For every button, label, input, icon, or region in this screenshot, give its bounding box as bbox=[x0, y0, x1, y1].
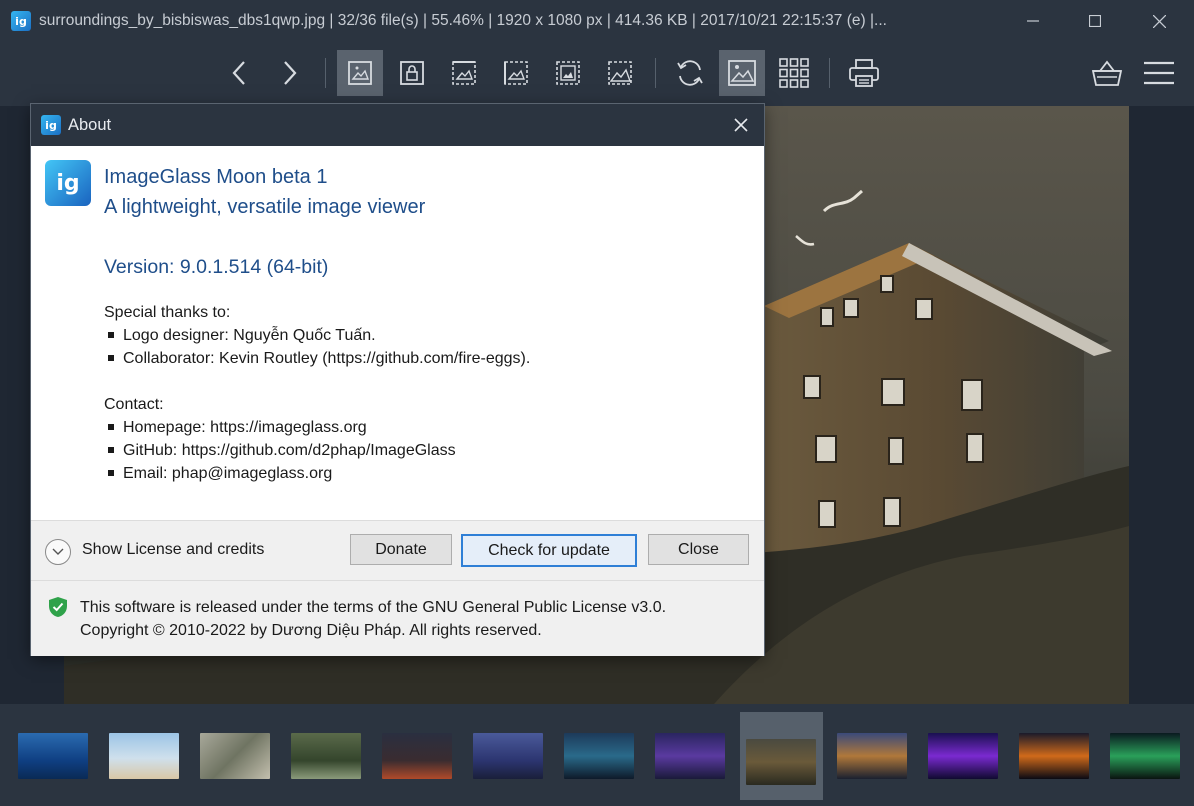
thanks-heading: Special thanks to: bbox=[104, 304, 231, 321]
dialog-title: About bbox=[68, 115, 112, 134]
thumbnail-selected[interactable] bbox=[746, 739, 816, 785]
app-name: ImageGlass Moon beta 1 bbox=[104, 166, 328, 188]
contact-email: Email: phap@imageglass.org bbox=[108, 465, 332, 483]
contact-heading: Contact: bbox=[104, 396, 164, 413]
close-window-button[interactable] bbox=[1128, 0, 1190, 42]
chevron-right-icon bbox=[284, 61, 297, 85]
toolbar-divider bbox=[325, 58, 326, 88]
dialog-close-button[interactable] bbox=[730, 114, 752, 136]
print-icon bbox=[849, 59, 879, 87]
thumbnail[interactable] bbox=[291, 733, 361, 779]
scale-height-button[interactable] bbox=[493, 50, 539, 96]
scale-to-fill-button[interactable] bbox=[597, 50, 643, 96]
basket-icon bbox=[1091, 60, 1123, 86]
thumbnail[interactable] bbox=[382, 733, 452, 779]
scale-height-icon bbox=[504, 61, 528, 85]
main-menu-button[interactable] bbox=[1136, 50, 1182, 96]
toolbar-divider bbox=[655, 58, 656, 88]
minimize-button[interactable] bbox=[1002, 0, 1064, 42]
contact-homepage: Homepage: https://imageglass.org bbox=[108, 419, 367, 437]
refresh-icon bbox=[677, 60, 703, 86]
copyright-text: Copyright © 2010-2022 by Dương Diệu Pháp… bbox=[80, 622, 542, 639]
about-dialog: ig About ig ImageGlass Moon beta 1 A lig… bbox=[31, 104, 764, 656]
close-button[interactable]: Close bbox=[648, 534, 749, 565]
chevron-left-icon bbox=[232, 61, 245, 85]
auto-zoom-button[interactable] bbox=[337, 50, 383, 96]
lock-zoom-button[interactable] bbox=[389, 50, 435, 96]
dialog-titlebar: ig About bbox=[31, 104, 764, 146]
thumbnail[interactable] bbox=[109, 733, 179, 779]
previous-image-button[interactable] bbox=[216, 50, 262, 96]
scale-to-fit-icon bbox=[556, 61, 580, 85]
minimize-icon bbox=[1027, 20, 1039, 22]
app-icon: ig bbox=[41, 115, 61, 135]
thumbnail[interactable] bbox=[1019, 733, 1089, 779]
dialog-footer: Show License and credits Donate Check fo… bbox=[31, 520, 764, 581]
thumbnail[interactable] bbox=[473, 733, 543, 779]
scale-width-icon bbox=[452, 61, 476, 85]
close-icon bbox=[734, 118, 748, 132]
lock-zoom-icon bbox=[400, 61, 424, 85]
thanks-item: Logo designer: Nguyễn Quốc Tuấn. bbox=[108, 327, 376, 345]
thumbnail[interactable] bbox=[1110, 733, 1180, 779]
app-logo: ig bbox=[45, 160, 91, 206]
thanks-item: Collaborator: Kevin Routley (https://git… bbox=[108, 350, 530, 368]
window-title: surroundings_by_bisbiswas_dbs1qwp.jpg | … bbox=[39, 12, 887, 29]
license-text: This software is released under the term… bbox=[80, 599, 667, 616]
thumbnail[interactable] bbox=[564, 733, 634, 779]
next-image-button[interactable] bbox=[267, 50, 313, 96]
maximize-button[interactable] bbox=[1064, 0, 1126, 42]
print-button[interactable] bbox=[841, 50, 887, 96]
close-icon bbox=[1152, 14, 1166, 28]
thumbnail-grid-icon bbox=[779, 58, 809, 88]
maximize-icon bbox=[1089, 15, 1101, 27]
gallery-icon bbox=[728, 60, 756, 86]
toolbar bbox=[0, 42, 1194, 106]
window-titlebar: ig surroundings_by_bisbiswas_dbs1qwp.jpg… bbox=[0, 0, 1194, 42]
thumbnail-strip bbox=[0, 704, 1194, 806]
thumbnail[interactable] bbox=[18, 733, 88, 779]
check-for-update-button[interactable]: Check for update bbox=[461, 534, 637, 567]
thumbnail-grid-button[interactable] bbox=[771, 50, 817, 96]
thumbnail[interactable] bbox=[655, 733, 725, 779]
auto-zoom-icon bbox=[348, 61, 372, 85]
refresh-button[interactable] bbox=[667, 50, 713, 96]
scale-to-fill-icon bbox=[608, 61, 632, 85]
donate-button[interactable]: Donate bbox=[350, 534, 452, 565]
expand-license-label[interactable]: Show License and credits bbox=[82, 541, 264, 559]
expand-license-button[interactable] bbox=[45, 539, 71, 565]
thumbnail[interactable] bbox=[200, 733, 270, 779]
app-icon: ig bbox=[11, 11, 31, 31]
version-text: Version: 9.0.1.514 (64-bit) bbox=[104, 256, 329, 278]
thumbnail[interactable] bbox=[928, 733, 998, 779]
scale-width-button[interactable] bbox=[441, 50, 487, 96]
menu-icon bbox=[1144, 61, 1174, 85]
basket-button[interactable] bbox=[1084, 50, 1130, 96]
app-description: A lightweight, versatile image viewer bbox=[104, 196, 426, 218]
chevron-down-icon bbox=[52, 548, 64, 555]
scale-to-fit-button[interactable] bbox=[545, 50, 591, 96]
shield-check-icon bbox=[49, 597, 67, 617]
license-notice: This software is released under the term… bbox=[31, 580, 764, 656]
contact-github: GitHub: https://github.com/d2phap/ImageG… bbox=[108, 442, 456, 460]
thumbnail[interactable] bbox=[837, 733, 907, 779]
toolbar-divider bbox=[829, 58, 830, 88]
gallery-button[interactable] bbox=[719, 50, 765, 96]
